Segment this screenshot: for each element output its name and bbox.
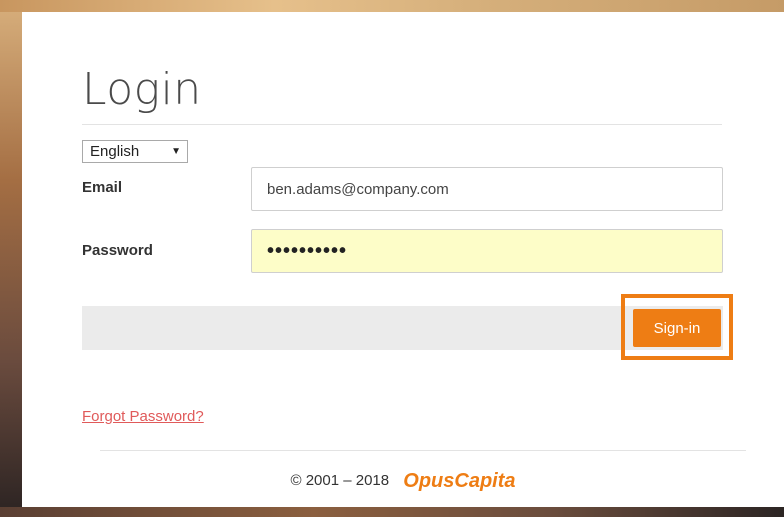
language-select[interactable]: English ▼ xyxy=(82,140,188,163)
background-top-edge xyxy=(0,0,784,12)
brand-logo: OpusCapita xyxy=(403,470,516,492)
email-field[interactable]: ben.adams@company.com xyxy=(251,167,723,211)
language-select-value: English xyxy=(90,143,140,160)
forgot-password-link[interactable]: Forgot Password? xyxy=(82,408,204,425)
background-bottom-edge xyxy=(0,507,784,517)
chevron-down-icon: ▼ xyxy=(171,146,181,157)
password-field-value: •••••••••• xyxy=(267,239,348,262)
page-title: Login xyxy=(82,64,202,115)
background-left-edge xyxy=(0,0,22,517)
footer-divider xyxy=(100,450,746,451)
title-divider xyxy=(82,124,722,125)
email-label: Email xyxy=(82,179,123,196)
password-field[interactable]: •••••••••• xyxy=(251,229,723,273)
login-panel: Login English ▼ Email ben.adams@company.… xyxy=(22,12,784,507)
signin-button[interactable]: Sign-in xyxy=(633,309,721,347)
password-label: Password xyxy=(82,242,153,259)
email-field-value: ben.adams@company.com xyxy=(267,180,449,198)
copyright-text: © 2001 – 2018 xyxy=(290,472,390,489)
footer: © 2001 – 2018 OpusCapita xyxy=(22,470,784,493)
